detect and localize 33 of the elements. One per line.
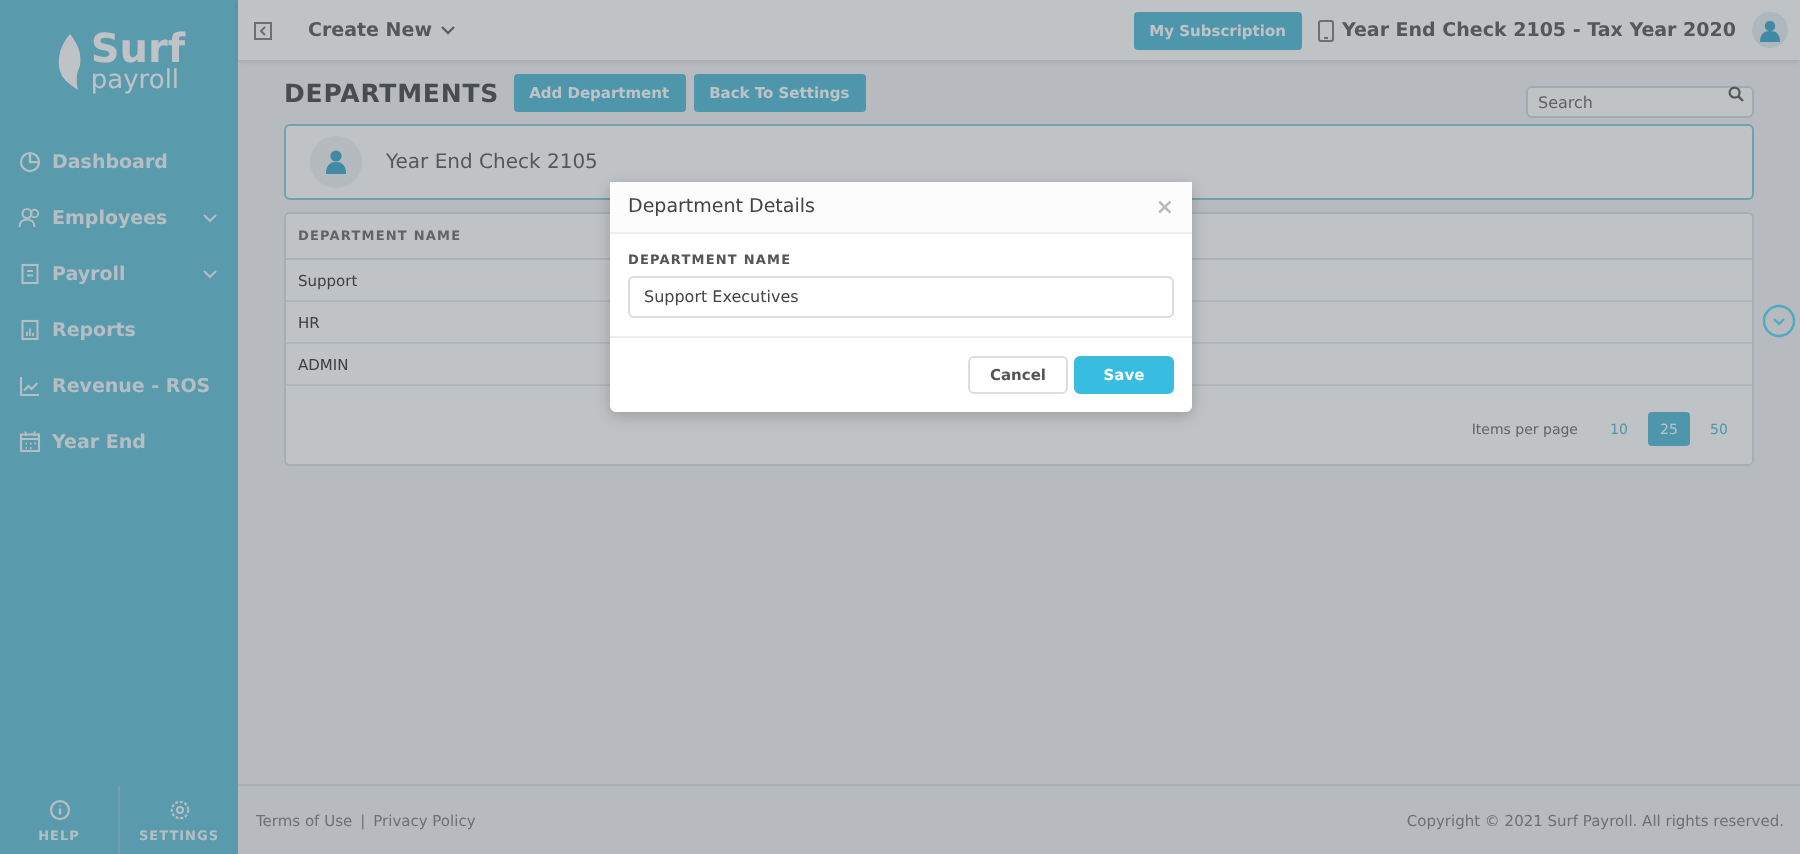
sidebar-item[interactable]: Payroll — [0, 250, 238, 298]
scroll-down-icon[interactable] — [1762, 304, 1796, 338]
help-icon — [47, 797, 71, 821]
company-name: Year End Check 2105 — [386, 151, 598, 173]
collapse-sidebar-icon[interactable] — [254, 21, 272, 39]
tablet-icon — [1317, 19, 1334, 41]
search-field[interactable]: Search — [1526, 86, 1754, 118]
chevron-down-icon — [439, 22, 456, 38]
calendar-icon — [18, 430, 42, 454]
sidebar-item[interactable]: Year End — [0, 418, 238, 466]
logo-wordmark: Surf — [90, 28, 186, 68]
person-avatar-icon — [310, 136, 362, 188]
people-icon — [18, 206, 42, 230]
sidebar-item[interactable]: Dashboard — [0, 138, 238, 186]
sidebar-item[interactable]: Employees — [0, 194, 238, 242]
logo-subtitle: payroll — [90, 68, 182, 94]
close-button[interactable]: × — [1155, 194, 1174, 220]
document-icon — [18, 262, 42, 286]
report-icon — [18, 318, 42, 342]
dialog-title: Department Details — [628, 196, 815, 218]
create-new-menu[interactable]: Create New — [308, 19, 456, 41]
search-icon — [1728, 85, 1744, 101]
settings-icon — [167, 797, 191, 821]
chevron-down-icon — [202, 210, 218, 226]
department-name-field[interactable]: Support Executives — [628, 276, 1174, 318]
pie-chart-icon — [18, 150, 42, 174]
sidebar-item[interactable]: Revenue - ROS — [0, 362, 238, 410]
line-chart-icon — [18, 374, 42, 398]
page-title: DEPARTMENTS — [284, 78, 500, 108]
user-avatar-icon[interactable] — [1752, 12, 1788, 48]
chevron-down-icon — [202, 266, 218, 282]
company-name: Year End Check 2105 - Tax Year 2020 — [1341, 19, 1736, 41]
sidebar-item[interactable]: Reports — [0, 306, 238, 354]
